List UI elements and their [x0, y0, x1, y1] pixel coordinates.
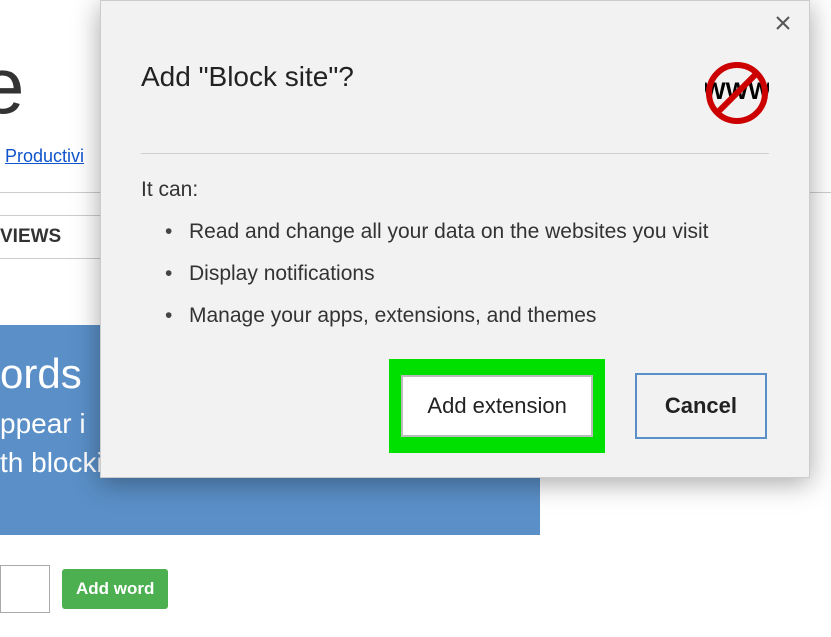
dialog-title: Add "Block site"? — [141, 61, 354, 93]
dialog-body: It can: Read and change all your data on… — [141, 178, 769, 328]
permission-item: Display notifications — [165, 262, 769, 286]
highlight-annotation: Add extension — [389, 359, 604, 453]
add-extension-button[interactable]: Add extension — [401, 375, 592, 437]
close-icon[interactable] — [775, 11, 791, 37]
add-word-button[interactable]: Add word — [62, 569, 168, 609]
permissions-list: Read and change all your data on the web… — [141, 220, 769, 328]
dialog-actions: Add extension Cancel — [389, 359, 767, 453]
productivity-link[interactable]: Productivi — [5, 146, 84, 167]
it-can-label: It can: — [141, 178, 769, 202]
word-input[interactable] — [0, 565, 50, 613]
cancel-button[interactable]: Cancel — [635, 373, 767, 439]
dialog-header: Add "Block site"? WWW — [141, 61, 769, 154]
permission-item: Manage your apps, extensions, and themes — [165, 304, 769, 328]
partial-title: e — [0, 40, 25, 132]
add-word-row: Add word — [0, 565, 168, 613]
extension-www-block-icon: WWW — [705, 61, 769, 125]
permission-item: Read and change all your data on the web… — [165, 220, 769, 244]
add-extension-dialog: Add "Block site"? WWW It can: Read and c… — [100, 0, 810, 478]
